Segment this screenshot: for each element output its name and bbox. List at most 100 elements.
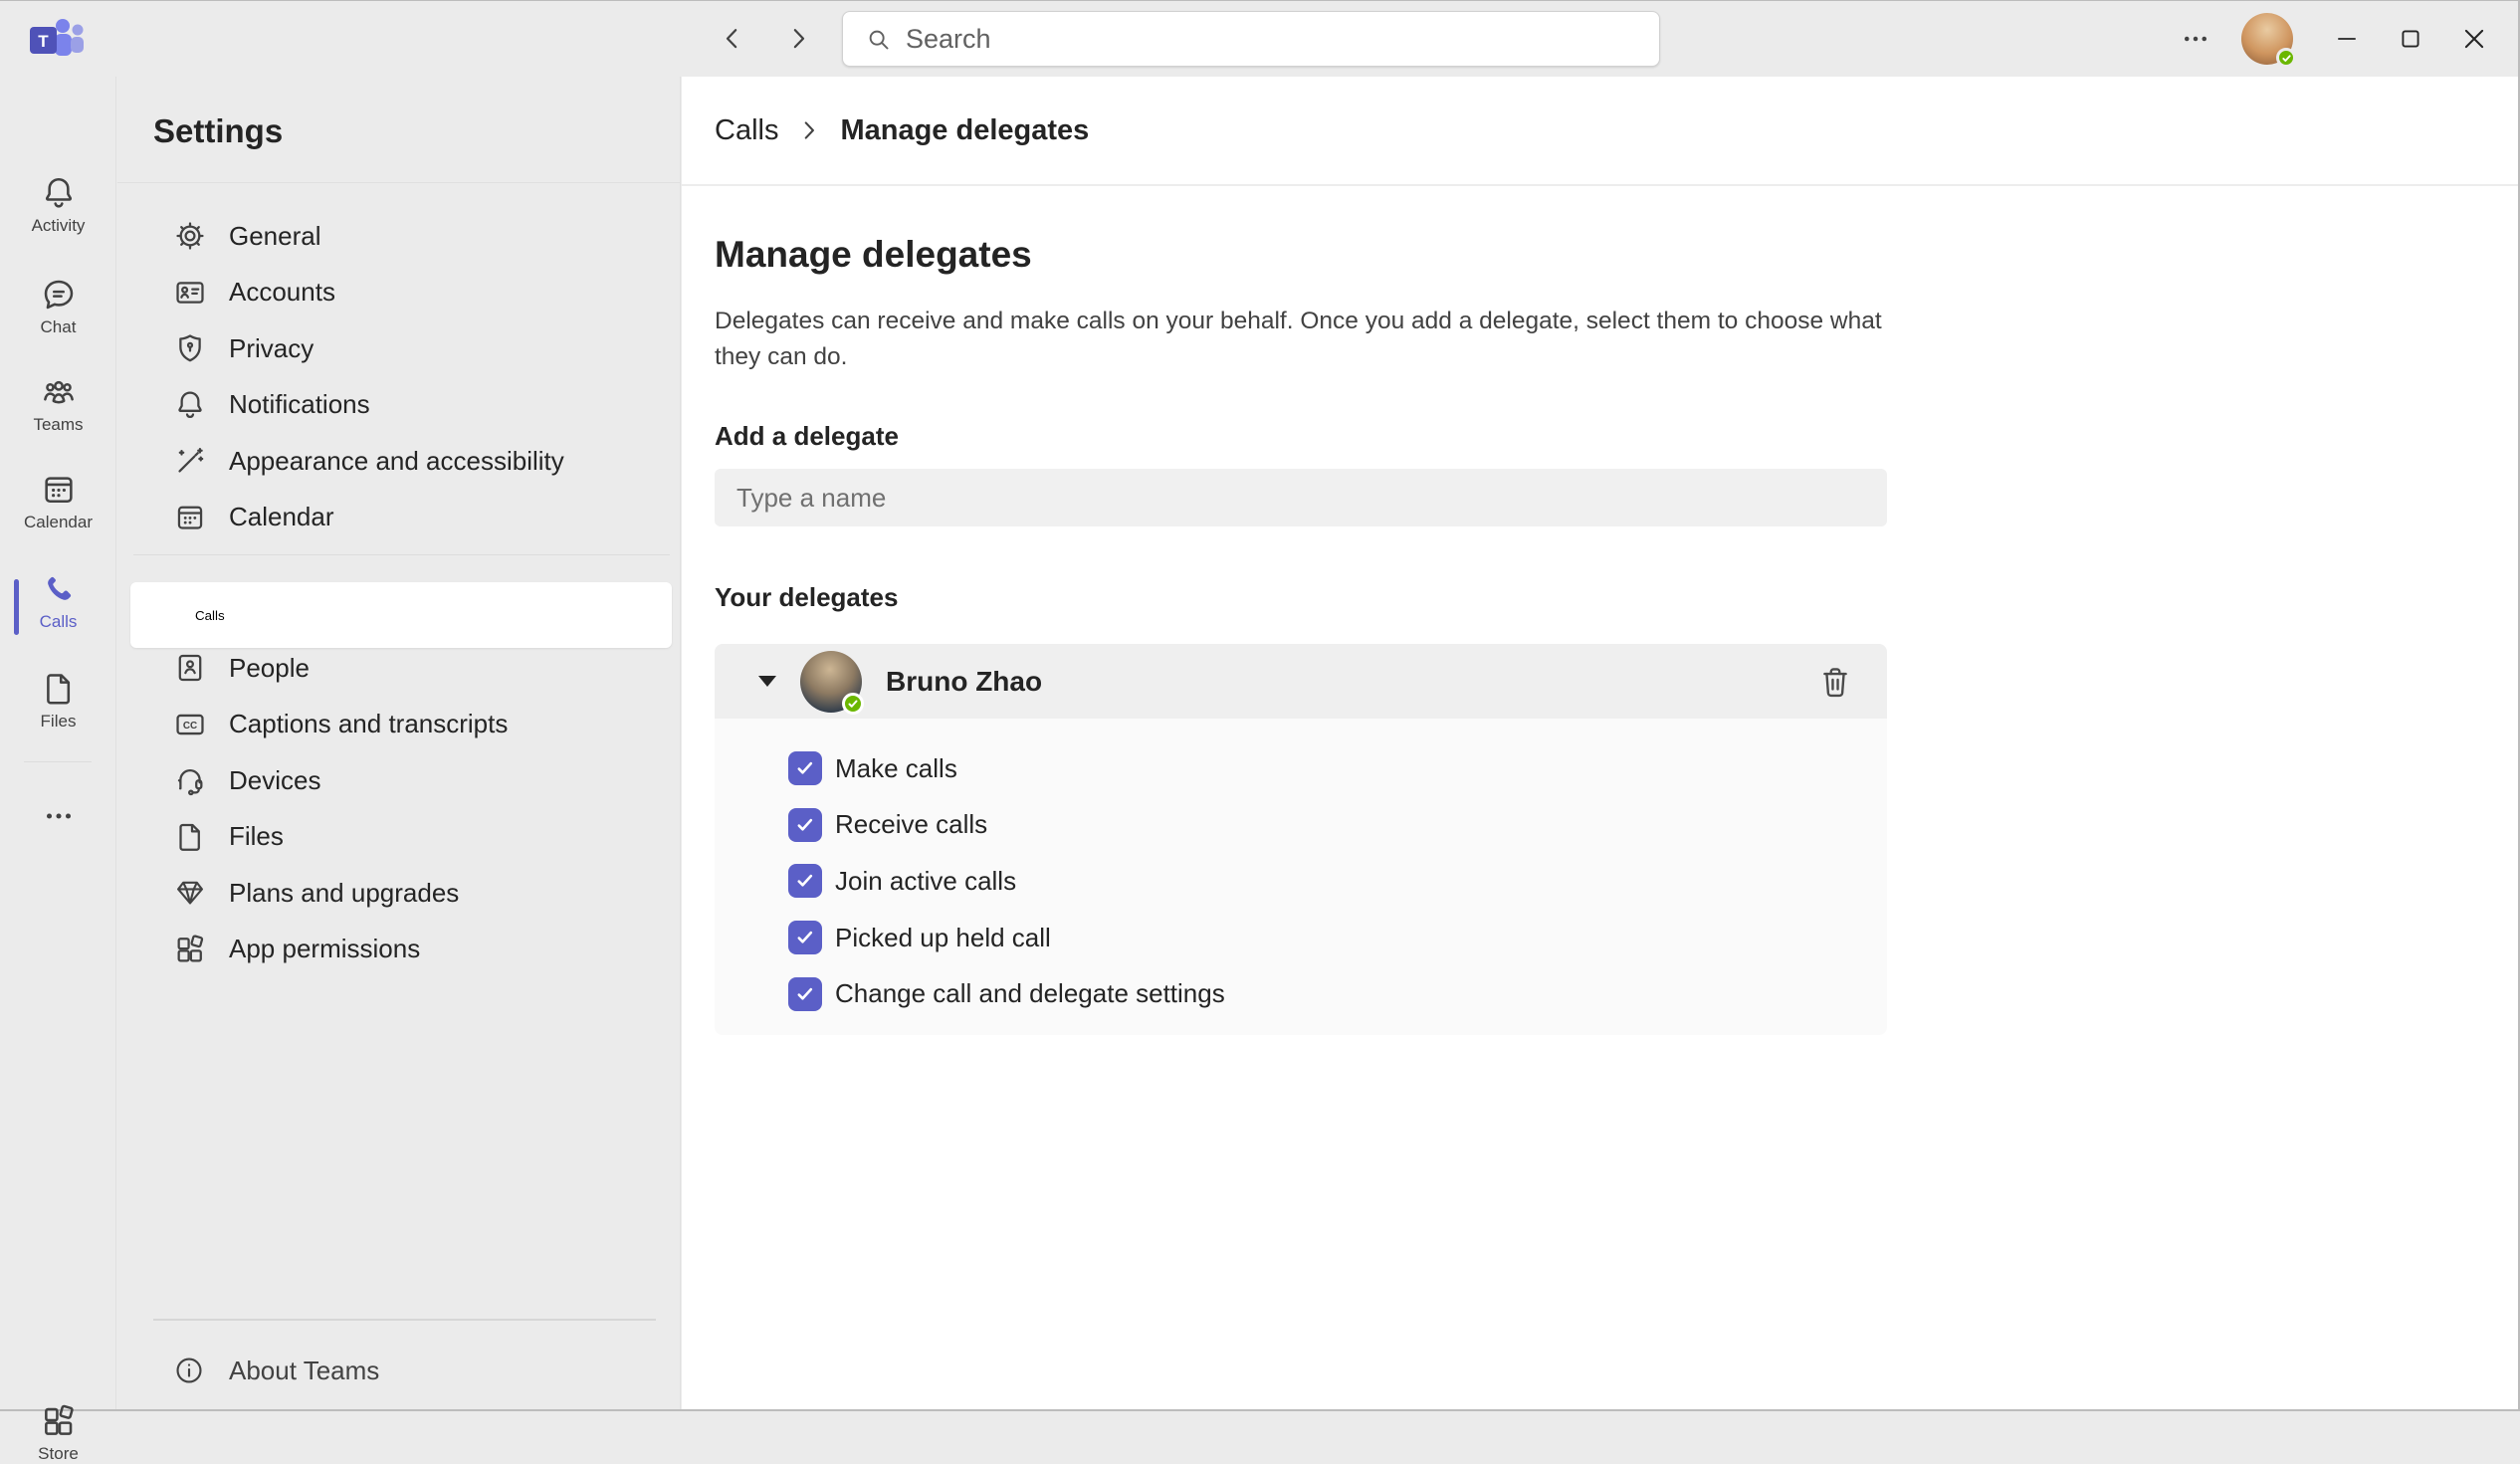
search-input[interactable] (906, 24, 1637, 55)
sidebar-item-plans[interactable]: Plans and upgrades (130, 865, 672, 922)
settings-title: Settings (153, 112, 283, 150)
delegate-row: Bruno Zhao (715, 644, 1887, 719)
minimize-button[interactable] (2315, 1, 2379, 77)
settings-content: Calls Manage delegates Manage delegates … (682, 77, 2518, 1409)
sidebar-item-accounts[interactable]: Accounts (130, 265, 672, 321)
file-icon (173, 820, 207, 854)
rail-label: Calls (40, 612, 78, 632)
caret-down-icon (758, 676, 776, 687)
rail-item-chat[interactable]: Chat (0, 276, 116, 337)
sidebar-item-privacy[interactable]: Privacy (130, 320, 672, 377)
bell-icon (173, 388, 207, 422)
permission-label: Join active calls (835, 866, 1016, 897)
wand-icon (173, 444, 207, 478)
rail-item-calendar[interactable]: Calendar (0, 471, 116, 532)
forward-button[interactable] (778, 19, 818, 59)
sidebar-item-devices[interactable]: Devices (130, 752, 672, 809)
delete-delegate-button[interactable] (1811, 658, 1859, 706)
permission-checkbox[interactable] (788, 808, 822, 842)
sidebar-item-label: Plans and upgrades (229, 878, 459, 909)
rail-label: Activity (32, 216, 86, 236)
sidebar-divider (153, 1319, 656, 1321)
sidebar-item-people[interactable]: People (130, 640, 672, 697)
rail-item-files[interactable]: Files (0, 670, 116, 732)
rail-item-store[interactable]: Store (0, 1402, 116, 1464)
rail-label: Store (38, 1444, 79, 1464)
sidebar-item-label: Calendar (229, 502, 334, 532)
rail-item-teams[interactable]: Teams (0, 373, 116, 435)
search-box[interactable] (842, 11, 1660, 67)
sidebar-item-label: Captions and transcripts (229, 709, 508, 739)
add-delegate-input[interactable] (715, 469, 1887, 526)
minimize-icon (2333, 25, 2361, 53)
app-grid-icon (173, 933, 207, 966)
svg-text:CC: CC (183, 721, 197, 732)
people-book-icon (173, 651, 207, 685)
permission-checkbox[interactable] (788, 977, 822, 1011)
phone-icon (40, 570, 78, 608)
add-delegate-label: Add a delegate (715, 421, 899, 452)
svg-text:T: T (38, 32, 49, 51)
back-button[interactable] (713, 19, 752, 59)
chevron-right-icon (783, 24, 813, 54)
more-options-button[interactable] (2164, 1, 2227, 77)
sidebar-item-label: Appearance and accessibility (229, 446, 564, 477)
search-icon (865, 26, 892, 53)
sidebar-item-files[interactable]: Files (130, 809, 672, 866)
rail-item-activity[interactable]: Activity (0, 174, 116, 236)
diamond-icon (173, 876, 207, 910)
sidebar-item-calls-selected[interactable]: Calls (130, 582, 672, 648)
permission-checkbox[interactable] (788, 751, 822, 785)
close-icon (2459, 24, 2489, 54)
sidebar-divider (133, 554, 670, 555)
about-teams-label: About Teams (229, 1356, 379, 1386)
people-group-icon (40, 373, 78, 411)
ellipsis-icon (40, 797, 78, 835)
sidebar-item-appearance[interactable]: Appearance and accessibility (130, 433, 672, 490)
info-icon (173, 1355, 205, 1386)
cc-icon: CC (173, 708, 207, 741)
sidebar-item-captions[interactable]: CC Captions and transcripts (130, 697, 672, 753)
sidebar-item-label: Notifications (229, 389, 370, 420)
sidebar-item-label: Privacy (229, 333, 314, 364)
rail-label: Calendar (24, 513, 93, 532)
close-button[interactable] (2442, 1, 2506, 77)
sidebar-item-label: Devices (229, 765, 320, 796)
rail-item-calls[interactable]: Calls (0, 570, 116, 632)
ellipsis-icon (2181, 24, 2210, 54)
permission-checkbox[interactable] (788, 921, 822, 954)
permission-checkbox[interactable] (788, 864, 822, 898)
teams-logo-icon: T (26, 17, 88, 63)
sidebar-item-general[interactable]: General (130, 208, 672, 265)
collapse-delegate-button[interactable] (754, 669, 780, 695)
sidebar-divider (117, 182, 680, 183)
rail-divider (24, 761, 92, 762)
sidebar-item-calendar[interactable]: Calendar (130, 490, 672, 546)
rail-label: Teams (33, 415, 83, 435)
sidebar-item-label: App permissions (229, 934, 420, 964)
maximize-button[interactable] (2379, 1, 2442, 77)
permission-row: Picked up held call (788, 910, 1887, 966)
permission-row: Make calls (788, 740, 1887, 797)
delegate-avatar (800, 651, 862, 713)
sidebar-item-notifications[interactable]: Notifications (130, 377, 672, 434)
store-grid-icon (40, 1402, 78, 1440)
sidebar-item-app-permissions[interactable]: App permissions (130, 922, 672, 978)
teams-window: T (0, 0, 2520, 1411)
id-card-icon (173, 276, 207, 310)
permission-label: Make calls (835, 753, 957, 784)
trash-icon (1816, 663, 1854, 701)
profile-avatar[interactable] (2241, 13, 2293, 65)
chevron-right-icon (796, 117, 822, 143)
chevron-left-icon (718, 24, 747, 54)
rail-label: Files (41, 712, 77, 732)
about-teams-button[interactable]: About Teams (130, 1343, 672, 1398)
permission-row: Receive calls (788, 797, 1887, 854)
permission-label: Picked up held call (835, 923, 1051, 953)
content-divider (682, 184, 2518, 186)
breadcrumb-calls-link[interactable]: Calls (715, 114, 778, 147)
rail-more-apps-button[interactable] (0, 797, 116, 835)
calendar-icon (173, 501, 207, 534)
rail-label: Chat (41, 317, 77, 337)
sidebar-item-label: General (229, 221, 321, 252)
